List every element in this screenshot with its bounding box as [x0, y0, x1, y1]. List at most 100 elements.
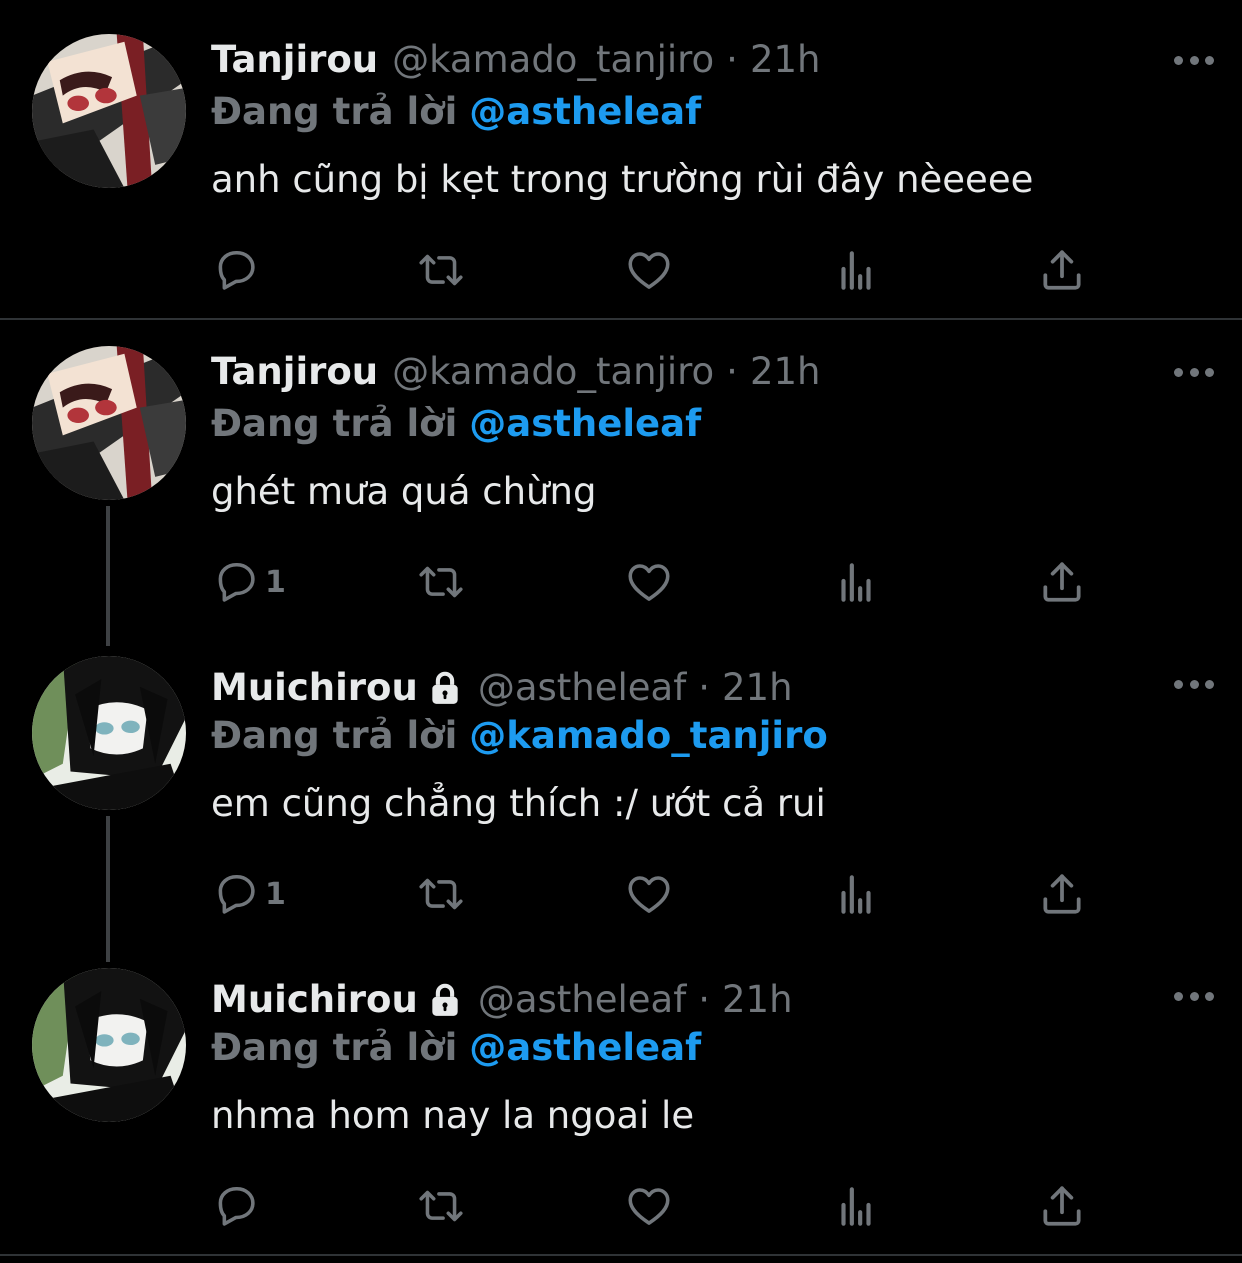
- heart-icon: [624, 557, 674, 607]
- tweet-header: Tanjirou @kamado_tanjiro · 21h: [211, 35, 820, 85]
- retweet-button[interactable]: [416, 245, 466, 295]
- retweet-button[interactable]: [416, 1181, 466, 1231]
- display-name[interactable]: Muichirou: [211, 663, 418, 713]
- replying-to-label: Đang trả lời: [211, 1026, 458, 1069]
- more-icon: [1174, 55, 1183, 65]
- timestamp[interactable]: 21h: [750, 35, 821, 85]
- analytics-button[interactable]: [831, 245, 881, 295]
- more-icon: [1174, 991, 1183, 1001]
- analytics-button[interactable]: [831, 557, 881, 607]
- more-options-button[interactable]: [1174, 986, 1214, 1006]
- like-button[interactable]: [624, 245, 674, 295]
- reply-count: 1: [265, 876, 286, 912]
- retweet-icon: [416, 869, 466, 919]
- tweet-text: em cũng chẳng thích :/ ướt cả rui: [211, 782, 826, 825]
- mention-link[interactable]: @kamado_tanjiro: [469, 714, 828, 757]
- avatar-image-tanjiro: [32, 346, 186, 500]
- avatar-image-muichiro: [32, 656, 186, 810]
- replying-to: Đang trả lời @astheleaf: [211, 1023, 701, 1073]
- retweet-icon: [416, 1181, 466, 1231]
- share-button[interactable]: [1037, 557, 1087, 607]
- share-button[interactable]: [1037, 869, 1087, 919]
- share-button[interactable]: [1037, 245, 1087, 295]
- like-button[interactable]: [624, 1181, 674, 1231]
- heart-icon: [624, 869, 674, 919]
- analytics-icon: [831, 1181, 881, 1231]
- retweet-button[interactable]: [416, 557, 466, 607]
- avatar-image-tanjiro: [32, 34, 186, 188]
- avatar[interactable]: [32, 656, 186, 810]
- share-icon: [1037, 245, 1087, 295]
- tweet-text: ghét mưa quá chừng: [211, 470, 597, 513]
- lock-icon: [426, 668, 464, 708]
- separator-dot: ·: [698, 666, 710, 709]
- like-button[interactable]: [624, 869, 674, 919]
- tweet[interactable]: Tanjirou @kamado_tanjiro · 21h Đang trả …: [0, 320, 1242, 630]
- tweet-actions: 1: [211, 869, 1091, 919]
- more-options-button[interactable]: [1174, 50, 1214, 70]
- timestamp[interactable]: 21h: [722, 663, 793, 713]
- analytics-icon: [831, 245, 881, 295]
- avatar[interactable]: [32, 346, 186, 500]
- display-name[interactable]: Muichirou: [211, 975, 418, 1025]
- tweet-header: Muichirou @astheleaf · 21h: [211, 663, 793, 713]
- tweet[interactable]: Muichirou @astheleaf · 21h Đang trả lời @…: [0, 942, 1242, 1254]
- reply-button[interactable]: [211, 245, 265, 295]
- display-name[interactable]: Tanjirou: [211, 347, 378, 397]
- reply-icon: [211, 869, 261, 919]
- tweet-text: anh cũng bị kẹt trong trường rùi đây nèe…: [211, 158, 1034, 201]
- replying-to: Đang trả lời @astheleaf: [211, 399, 701, 449]
- analytics-icon: [831, 557, 881, 607]
- tweet[interactable]: Muichirou @astheleaf · 21h Đang trả lời @…: [0, 630, 1242, 942]
- like-button[interactable]: [624, 557, 674, 607]
- share-icon: [1037, 869, 1087, 919]
- reply-button[interactable]: 1: [211, 869, 286, 919]
- replying-to-label: Đang trả lời: [211, 714, 458, 757]
- separator-dot: ·: [726, 350, 738, 393]
- avatar[interactable]: [32, 34, 186, 188]
- mention-link[interactable]: @astheleaf: [469, 90, 701, 133]
- timestamp[interactable]: 21h: [722, 975, 793, 1025]
- user-handle[interactable]: @astheleaf: [478, 975, 686, 1025]
- avatar-image-muichiro: [32, 968, 186, 1122]
- separator-dot: ·: [726, 38, 738, 81]
- replying-to: Đang trả lời @astheleaf: [211, 87, 701, 137]
- more-icon: [1174, 679, 1183, 689]
- tweet-text: nhma hom nay la ngoai le: [211, 1094, 695, 1137]
- heart-icon: [624, 245, 674, 295]
- more-options-button[interactable]: [1174, 674, 1214, 694]
- timestamp[interactable]: 21h: [750, 347, 821, 397]
- share-button[interactable]: [1037, 1181, 1087, 1231]
- mention-link[interactable]: @astheleaf: [469, 1026, 701, 1069]
- replying-to-label: Đang trả lời: [211, 402, 458, 445]
- replying-to: Đang trả lời @kamado_tanjiro: [211, 711, 828, 761]
- retweet-button[interactable]: [416, 869, 466, 919]
- retweet-icon: [416, 245, 466, 295]
- lock-icon: [426, 980, 464, 1020]
- reply-button[interactable]: [211, 1181, 265, 1231]
- user-handle[interactable]: @kamado_tanjiro: [392, 347, 714, 397]
- display-name[interactable]: Tanjirou: [211, 35, 378, 85]
- analytics-button[interactable]: [831, 869, 881, 919]
- retweet-icon: [416, 557, 466, 607]
- heart-icon: [624, 1181, 674, 1231]
- mention-link[interactable]: @astheleaf: [469, 402, 701, 445]
- reply-count: 1: [265, 564, 286, 600]
- tweet-actions: [211, 1181, 1091, 1231]
- more-options-button[interactable]: [1174, 362, 1214, 382]
- avatar[interactable]: [32, 968, 186, 1122]
- tweet-divider: [0, 1254, 1242, 1256]
- separator-dot: ·: [698, 978, 710, 1021]
- tweet-actions: 1: [211, 557, 1091, 607]
- tweet-header: Muichirou @astheleaf · 21h: [211, 975, 793, 1025]
- reply-icon: [211, 557, 261, 607]
- tweet-actions: [211, 245, 1091, 295]
- reply-icon: [211, 1181, 261, 1231]
- user-handle[interactable]: @astheleaf: [478, 663, 686, 713]
- reply-icon: [211, 245, 261, 295]
- analytics-button[interactable]: [831, 1181, 881, 1231]
- reply-button[interactable]: 1: [211, 557, 286, 607]
- replying-to-label: Đang trả lời: [211, 90, 458, 133]
- user-handle[interactable]: @kamado_tanjiro: [392, 35, 714, 85]
- tweet[interactable]: Tanjirou @kamado_tanjiro · 21h Đang trả …: [0, 0, 1242, 318]
